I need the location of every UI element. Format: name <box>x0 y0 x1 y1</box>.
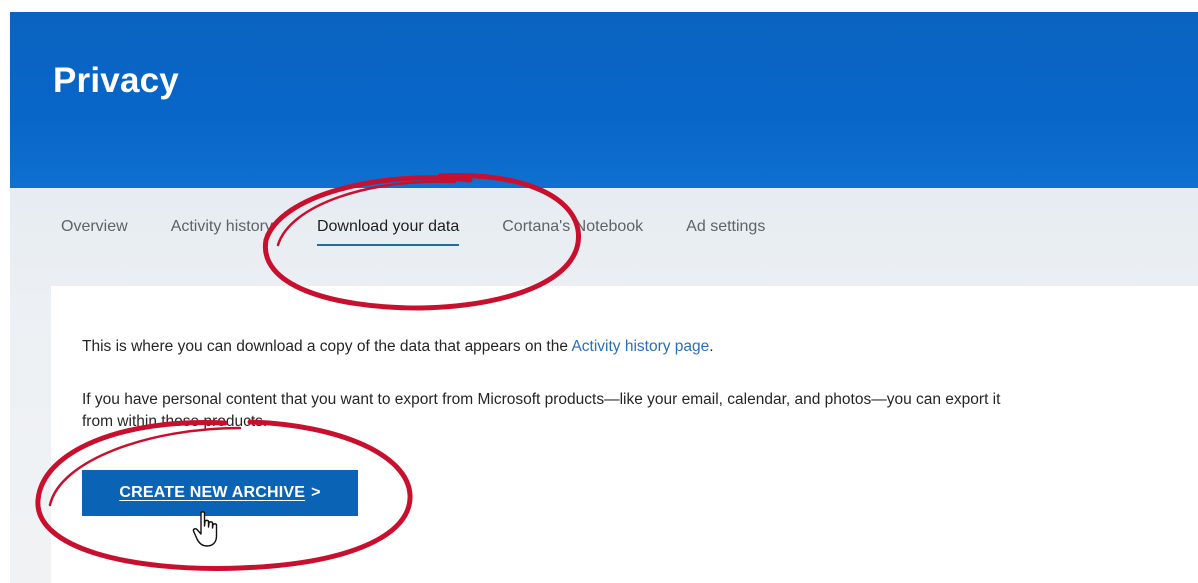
left-margin <box>0 0 10 583</box>
export-info-paragraph: If you have personal content that you wa… <box>82 391 1001 430</box>
page-title: Privacy <box>53 61 179 100</box>
top-margin <box>0 0 1198 12</box>
tab-overview[interactable]: Overview <box>61 218 128 246</box>
chevron-right-icon: > <box>311 484 321 501</box>
tab-activity-history[interactable]: Activity history <box>171 218 273 246</box>
intro-paragraph: This is where you can download a copy of… <box>82 336 714 358</box>
activity-history-link[interactable]: Activity history page <box>571 338 709 355</box>
download-data-card: This is where you can download a copy of… <box>51 286 1198 583</box>
privacy-page: Privacy Overview Activity history Downlo… <box>0 0 1198 583</box>
intro-period: . <box>709 338 714 355</box>
create-new-archive-label: CREATE NEW ARCHIVE <box>119 484 306 501</box>
page-header: Privacy <box>10 12 1198 188</box>
privacy-tab-nav: Overview Activity history Download your … <box>61 218 765 254</box>
intro-text: This is where you can download a copy of… <box>82 338 572 355</box>
tab-download-your-data[interactable]: Download your data <box>316 218 460 246</box>
tab-cortanas-notebook[interactable]: Cortana's Notebook <box>502 218 643 246</box>
create-new-archive-button[interactable]: CREATE NEW ARCHIVE > <box>82 470 358 516</box>
tab-ad-settings[interactable]: Ad settings <box>686 218 765 246</box>
